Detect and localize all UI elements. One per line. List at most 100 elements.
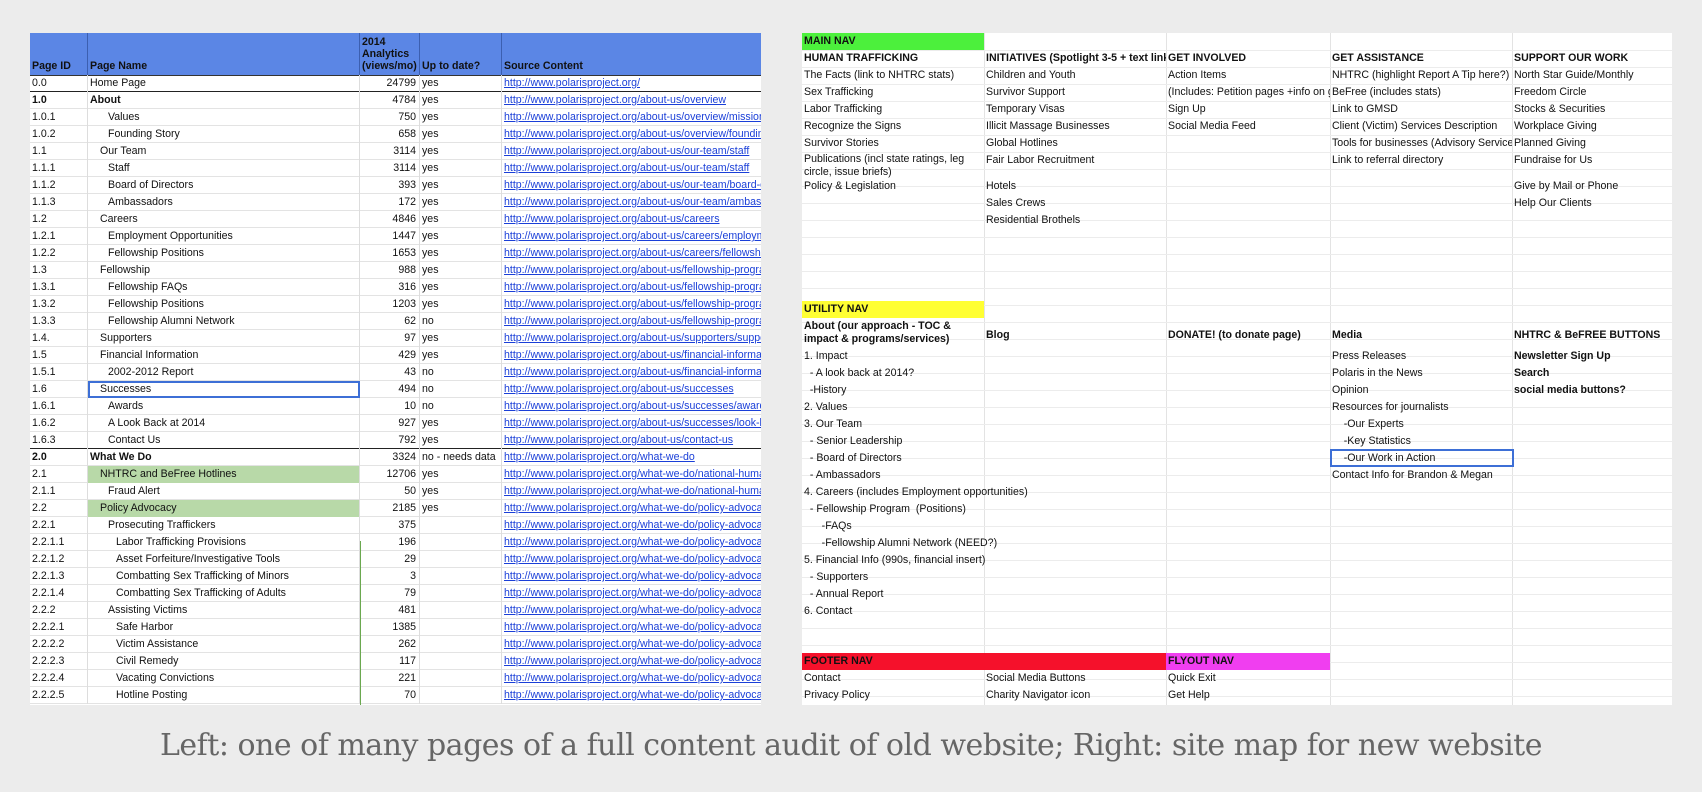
utility-nav-header[interactable]: Blog [984, 327, 1166, 344]
up-to-date-cell[interactable]: yes [420, 432, 502, 449]
main-nav-item[interactable]: (Includes: Petition pages +info on getti… [1166, 84, 1330, 101]
up-to-date-cell[interactable]: no - needs data [420, 449, 502, 466]
views-cell[interactable]: 50 [360, 483, 420, 500]
page-name-cell[interactable]: Careers [88, 211, 360, 228]
up-to-date-cell[interactable] [420, 670, 502, 687]
utility-nav-header[interactable]: Media [1330, 327, 1512, 344]
source-link[interactable]: http://www.polarisproject.org/about-us/s… [502, 381, 761, 398]
page-id-cell[interactable]: 1.4. [30, 330, 88, 347]
up-to-date-cell[interactable]: yes [420, 415, 502, 432]
audit-row[interactable]: 1.2 Careers 4846 yes http://www.polarisproje… [30, 211, 761, 228]
views-cell[interactable]: 658 [360, 126, 420, 143]
audit-row[interactable]: 1.3.1 Fellowship FAQs 316 yes http://www.pol… [30, 279, 761, 296]
about-item[interactable]: - Senior Leadership [802, 433, 1166, 450]
up-to-date-cell[interactable]: yes [420, 483, 502, 500]
main-nav-header[interactable]: SUPPORT OUR WORK [1512, 50, 1672, 67]
views-cell[interactable]: 43 [360, 364, 420, 381]
page-name-cell[interactable]: Fellowship Positions [88, 296, 360, 313]
views-cell[interactable]: 375 [360, 517, 420, 534]
source-link[interactable]: http://www.polarisproject.org/about-us/o… [502, 126, 761, 143]
page-name-cell[interactable]: About [88, 92, 360, 109]
up-to-date-cell[interactable]: yes [420, 330, 502, 347]
main-nav-item[interactable]: Fair Labor Recruitment [984, 152, 1166, 169]
audit-row[interactable]: 2.2.2.2 Victim Assistance 262 http://www.po… [30, 636, 761, 653]
source-link[interactable]: http://www.polarisproject.org/about-us/s… [502, 330, 761, 347]
views-cell[interactable]: 481 [360, 602, 420, 619]
audit-row[interactable]: 1.3.2 Fellowship Positions 1203 yes http://w… [30, 296, 761, 313]
page-id-cell[interactable]: 2.2.1.1 [30, 534, 88, 551]
up-to-date-cell[interactable] [420, 602, 502, 619]
views-cell[interactable]: 3114 [360, 160, 420, 177]
media-item[interactable]: -Our Experts [1330, 416, 1512, 433]
source-link[interactable]: http://www.polarisproject.org/about-us/c… [502, 432, 761, 449]
footer-item[interactable]: Contact [802, 670, 984, 687]
main-nav-item[interactable]: Action Items [1166, 67, 1330, 84]
main-nav-item[interactable]: Freedom Circle [1512, 84, 1672, 101]
up-to-date-cell[interactable]: yes [420, 126, 502, 143]
main-nav-item[interactable]: Give by Mail or Phone [1512, 178, 1672, 195]
page-id-cell[interactable]: 2.2 [30, 500, 88, 517]
main-nav-item[interactable]: Sales Crews [984, 195, 1166, 212]
main-nav-item[interactable]: Link to GMSD [1330, 101, 1512, 118]
page-id-cell[interactable]: 2.2.1.4 [30, 585, 88, 602]
page-name-cell[interactable]: Awards [88, 398, 360, 415]
views-cell[interactable]: 927 [360, 415, 420, 432]
source-link[interactable]: http://www.polarisproject.org/about-us/f… [502, 313, 761, 330]
page-name-cell[interactable]: A Look Back at 2014 [88, 415, 360, 432]
page-name-cell[interactable]: What We Do [88, 449, 360, 466]
page-id-cell[interactable]: 1.1.1 [30, 160, 88, 177]
selected-cell[interactable] [1330, 449, 1514, 467]
source-link[interactable]: http://www.polarisproject.org/what-we-do… [502, 500, 761, 517]
audit-row[interactable]: 2.2.2.5 Hotline Posting 70 http://www.polar… [30, 687, 761, 704]
up-to-date-cell[interactable]: yes [420, 92, 502, 109]
about-item[interactable]: 3. Our Team [802, 416, 1166, 433]
about-item[interactable]: - Board of Directors [802, 450, 1166, 467]
page-id-cell[interactable]: 2.1 [30, 466, 88, 483]
page-name-cell[interactable]: Fellowship FAQs [88, 279, 360, 296]
audit-row[interactable]: 1.6.2 A Look Back at 2014 927 yes http://www… [30, 415, 761, 432]
source-link[interactable]: http://www.polarisproject.org/what-we-do… [502, 619, 761, 636]
source-link[interactable]: http://www.polarisproject.org/what-we-do… [502, 568, 761, 585]
views-cell[interactable]: 316 [360, 279, 420, 296]
main-nav-item[interactable]: Residential Brothels [984, 212, 1166, 229]
page-name-cell[interactable]: Victim Assistance [88, 636, 360, 653]
about-item[interactable]: - A look back at 2014? [802, 365, 1166, 382]
up-to-date-cell[interactable]: yes [420, 347, 502, 364]
media-item[interactable]: -Key Statistics [1330, 433, 1512, 450]
page-id-cell[interactable]: 2.2.1 [30, 517, 88, 534]
views-cell[interactable]: 4784 [360, 92, 420, 109]
page-id-cell[interactable]: 2.2.2.2 [30, 636, 88, 653]
page-id-cell[interactable]: 1.1.2 [30, 177, 88, 194]
audit-row[interactable]: 2.2.2.1 Safe Harbor 1385 http://www.polaris… [30, 619, 761, 636]
page-id-cell[interactable]: 2.0 [30, 449, 88, 466]
up-to-date-cell[interactable]: yes [420, 160, 502, 177]
page-name-cell[interactable]: Financial Information [88, 347, 360, 364]
page-name-cell[interactable]: Our Team [88, 143, 360, 160]
views-cell[interactable]: 2185 [360, 500, 420, 517]
source-link[interactable]: http://www.polarisproject.org/what-we-do… [502, 653, 761, 670]
views-cell[interactable]: 10 [360, 398, 420, 415]
flyout-item[interactable]: Quick Exit [1166, 670, 1330, 687]
up-to-date-cell[interactable]: yes [420, 466, 502, 483]
main-nav-item[interactable]: Sign Up [1166, 101, 1330, 118]
utility-nav-header[interactable]: DONATE! (to donate page) [1166, 327, 1330, 344]
up-to-date-cell[interactable]: no [420, 364, 502, 381]
main-nav-item[interactable]: Link to referral directory [1330, 152, 1512, 169]
about-item[interactable]: - Fellowship Program (Positions) [802, 501, 1166, 518]
up-to-date-cell[interactable] [420, 534, 502, 551]
main-nav-item[interactable]: Temporary Visas [984, 101, 1166, 118]
audit-row[interactable]: 1.0.1 Values 750 yes http://www.polarisproje… [30, 109, 761, 126]
up-to-date-cell[interactable] [420, 636, 502, 653]
main-nav-item[interactable]: Planned Giving [1512, 135, 1672, 152]
page-id-cell[interactable]: 1.3.2 [30, 296, 88, 313]
main-nav-item[interactable]: Hotels [984, 178, 1166, 195]
up-to-date-cell[interactable]: yes [420, 211, 502, 228]
footer-item[interactable]: Privacy Policy [802, 687, 984, 704]
source-link[interactable]: http://www.polarisproject.org/what-we-do… [502, 670, 761, 687]
up-to-date-cell[interactable]: yes [420, 143, 502, 160]
views-cell[interactable]: 117 [360, 653, 420, 670]
up-to-date-cell[interactable]: no [420, 381, 502, 398]
source-link[interactable]: http://www.polarisproject.org/what-we-do… [502, 636, 761, 653]
views-cell[interactable]: 494 [360, 381, 420, 398]
views-cell[interactable]: 221 [360, 670, 420, 687]
